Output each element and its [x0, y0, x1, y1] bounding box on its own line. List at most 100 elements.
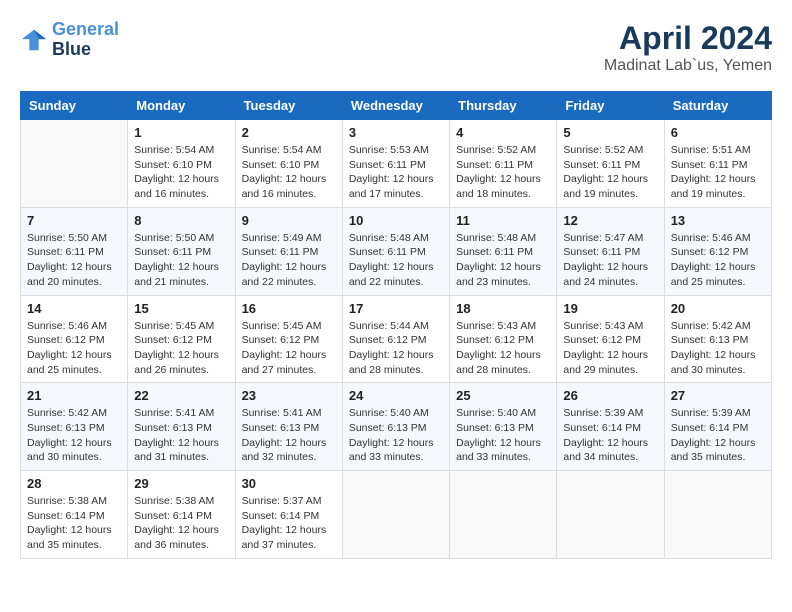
calendar-cell: 15Sunrise: 5:45 AMSunset: 6:12 PMDayligh…	[128, 295, 235, 383]
day-number: 18	[456, 301, 550, 316]
month-title: April 2024	[604, 20, 772, 57]
calendar-week-row: 28Sunrise: 5:38 AMSunset: 6:14 PMDayligh…	[21, 471, 772, 559]
day-number: 7	[27, 213, 121, 228]
page-header: GeneralBlue April 2024 Madinat Lab`us, Y…	[20, 20, 772, 75]
day-info: Sunrise: 5:37 AMSunset: 6:14 PMDaylight:…	[242, 494, 336, 553]
weekday-header: Wednesday	[342, 92, 449, 120]
day-number: 15	[134, 301, 228, 316]
calendar-cell: 13 Sunrise: 5:46 AMSunset: 6:12 PMDayligh…	[664, 207, 771, 295]
day-number: 11	[456, 213, 550, 228]
day-info: Sunrise: 5:51 AMSunset: 6:11 PMDaylight:…	[671, 143, 765, 202]
calendar-cell	[450, 471, 557, 559]
weekday-header: Saturday	[664, 92, 771, 120]
day-info: Sunrise: 5:44 AMSunset: 6:12 PMDaylight:…	[349, 319, 443, 378]
calendar-cell: 3Sunrise: 5:53 AMSunset: 6:11 PMDaylight…	[342, 120, 449, 208]
calendar-cell: 6 Sunrise: 5:51 AMSunset: 6:11 PMDaylight…	[664, 120, 771, 208]
day-info: Sunrise: 5:42 AMSunset: 6:13 PMDaylight:…	[27, 406, 121, 465]
calendar-cell: 29 Sunrise: 5:38 AMSunset: 6:14 PMDayligh…	[128, 471, 235, 559]
calendar-cell: 16 Sunrise: 5:45 AMSunset: 6:12 PMDayligh…	[235, 295, 342, 383]
calendar-cell: 9 Sunrise: 5:49 AMSunset: 6:11 PMDaylight…	[235, 207, 342, 295]
day-number: 13	[671, 213, 765, 228]
calendar-cell	[664, 471, 771, 559]
weekday-header: Tuesday	[235, 92, 342, 120]
calendar-table: SundayMondayTuesdayWednesdayThursdayFrid…	[20, 91, 772, 559]
calendar-cell: 8 Sunrise: 5:50 AMSunset: 6:11 PMDaylight…	[128, 207, 235, 295]
day-info: Sunrise: 5:54 AMSunset: 6:10 PMDaylight:…	[242, 143, 336, 202]
calendar-cell: 10Sunrise: 5:48 AMSunset: 6:11 PMDayligh…	[342, 207, 449, 295]
day-number: 16	[242, 301, 336, 316]
day-number: 5	[563, 125, 657, 140]
day-info: Sunrise: 5:48 AMSunset: 6:11 PMDaylight:…	[456, 231, 550, 290]
day-info: Sunrise: 5:43 AMSunset: 6:12 PMDaylight:…	[563, 319, 657, 378]
calendar-cell	[342, 471, 449, 559]
day-info: Sunrise: 5:50 AMSunset: 6:11 PMDaylight:…	[134, 231, 228, 290]
calendar-cell: 30 Sunrise: 5:37 AMSunset: 6:14 PMDayligh…	[235, 471, 342, 559]
day-info: Sunrise: 5:39 AMSunset: 6:14 PMDaylight:…	[563, 406, 657, 465]
calendar-cell: 12 Sunrise: 5:47 AMSunset: 6:11 PMDayligh…	[557, 207, 664, 295]
calendar-cell	[21, 120, 128, 208]
weekday-header: Friday	[557, 92, 664, 120]
day-number: 29	[134, 476, 228, 491]
logo-icon	[20, 26, 48, 54]
calendar-week-row: 21 Sunrise: 5:42 AMSunset: 6:13 PMDayligh…	[21, 383, 772, 471]
day-info: Sunrise: 5:41 AMSunset: 6:13 PMDaylight:…	[134, 406, 228, 465]
calendar-week-row: 7 Sunrise: 5:50 AMSunset: 6:11 PMDaylight…	[21, 207, 772, 295]
day-info: Sunrise: 5:43 AMSunset: 6:12 PMDaylight:…	[456, 319, 550, 378]
logo: GeneralBlue	[20, 20, 119, 60]
day-number: 23	[242, 388, 336, 403]
day-info: Sunrise: 5:38 AMSunset: 6:14 PMDaylight:…	[27, 494, 121, 553]
day-number: 17	[349, 301, 443, 316]
day-number: 26	[563, 388, 657, 403]
calendar-cell: 21 Sunrise: 5:42 AMSunset: 6:13 PMDayligh…	[21, 383, 128, 471]
day-info: Sunrise: 5:38 AMSunset: 6:14 PMDaylight:…	[134, 494, 228, 553]
logo-text: GeneralBlue	[52, 20, 119, 60]
day-number: 8	[134, 213, 228, 228]
day-number: 1	[134, 125, 228, 140]
calendar-cell: 17 Sunrise: 5:44 AMSunset: 6:12 PMDayligh…	[342, 295, 449, 383]
weekday-header: Monday	[128, 92, 235, 120]
day-number: 14	[27, 301, 121, 316]
day-number: 3	[349, 125, 443, 140]
day-number: 30	[242, 476, 336, 491]
day-info: Sunrise: 5:46 AMSunset: 6:12 PMDaylight:…	[27, 319, 121, 378]
day-info: Sunrise: 5:49 AMSunset: 6:11 PMDaylight:…	[242, 231, 336, 290]
day-info: Sunrise: 5:52 AMSunset: 6:11 PMDaylight:…	[456, 143, 550, 202]
day-number: 22	[134, 388, 228, 403]
day-info: Sunrise: 5:39 AMSunset: 6:14 PMDaylight:…	[671, 406, 765, 465]
day-info: Sunrise: 5:46 AMSunset: 6:12 PMDaylight:…	[671, 231, 765, 290]
calendar-cell: 14 Sunrise: 5:46 AMSunset: 6:12 PMDayligh…	[21, 295, 128, 383]
title-block: April 2024 Madinat Lab`us, Yemen	[604, 20, 772, 75]
day-number: 21	[27, 388, 121, 403]
day-number: 24	[349, 388, 443, 403]
calendar-cell: 27 Sunrise: 5:39 AMSunset: 6:14 PMDayligh…	[664, 383, 771, 471]
calendar-cell: 28Sunrise: 5:38 AMSunset: 6:14 PMDayligh…	[21, 471, 128, 559]
day-number: 6	[671, 125, 765, 140]
day-info: Sunrise: 5:54 AMSunset: 6:10 PMDaylight:…	[134, 143, 228, 202]
weekday-header: Thursday	[450, 92, 557, 120]
calendar-cell: 2Sunrise: 5:54 AMSunset: 6:10 PMDaylight…	[235, 120, 342, 208]
calendar-cell: 24 Sunrise: 5:40 AMSunset: 6:13 PMDayligh…	[342, 383, 449, 471]
day-info: Sunrise: 5:40 AMSunset: 6:13 PMDaylight:…	[349, 406, 443, 465]
calendar-header-row: SundayMondayTuesdayWednesdayThursdayFrid…	[21, 92, 772, 120]
day-info: Sunrise: 5:47 AMSunset: 6:11 PMDaylight:…	[563, 231, 657, 290]
calendar-cell: 4Sunrise: 5:52 AMSunset: 6:11 PMDaylight…	[450, 120, 557, 208]
day-number: 9	[242, 213, 336, 228]
day-number: 12	[563, 213, 657, 228]
calendar-cell: 5Sunrise: 5:52 AMSunset: 6:11 PMDaylight…	[557, 120, 664, 208]
calendar-week-row: 1 Sunrise: 5:54 AMSunset: 6:10 PMDaylight…	[21, 120, 772, 208]
day-number: 27	[671, 388, 765, 403]
day-info: Sunrise: 5:50 AMSunset: 6:11 PMDaylight:…	[27, 231, 121, 290]
location-title: Madinat Lab`us, Yemen	[604, 57, 772, 75]
calendar-cell: 19 Sunrise: 5:43 AMSunset: 6:12 PMDayligh…	[557, 295, 664, 383]
calendar-cell: 11 Sunrise: 5:48 AMSunset: 6:11 PMDayligh…	[450, 207, 557, 295]
day-info: Sunrise: 5:48 AMSunset: 6:11 PMDaylight:…	[349, 231, 443, 290]
calendar-cell	[557, 471, 664, 559]
calendar-cell: 23Sunrise: 5:41 AMSunset: 6:13 PMDayligh…	[235, 383, 342, 471]
calendar-cell: 7 Sunrise: 5:50 AMSunset: 6:11 PMDaylight…	[21, 207, 128, 295]
day-info: Sunrise: 5:45 AMSunset: 6:12 PMDaylight:…	[242, 319, 336, 378]
weekday-header: Sunday	[21, 92, 128, 120]
day-number: 20	[671, 301, 765, 316]
calendar-week-row: 14 Sunrise: 5:46 AMSunset: 6:12 PMDayligh…	[21, 295, 772, 383]
calendar-cell: 18 Sunrise: 5:43 AMSunset: 6:12 PMDayligh…	[450, 295, 557, 383]
day-number: 19	[563, 301, 657, 316]
